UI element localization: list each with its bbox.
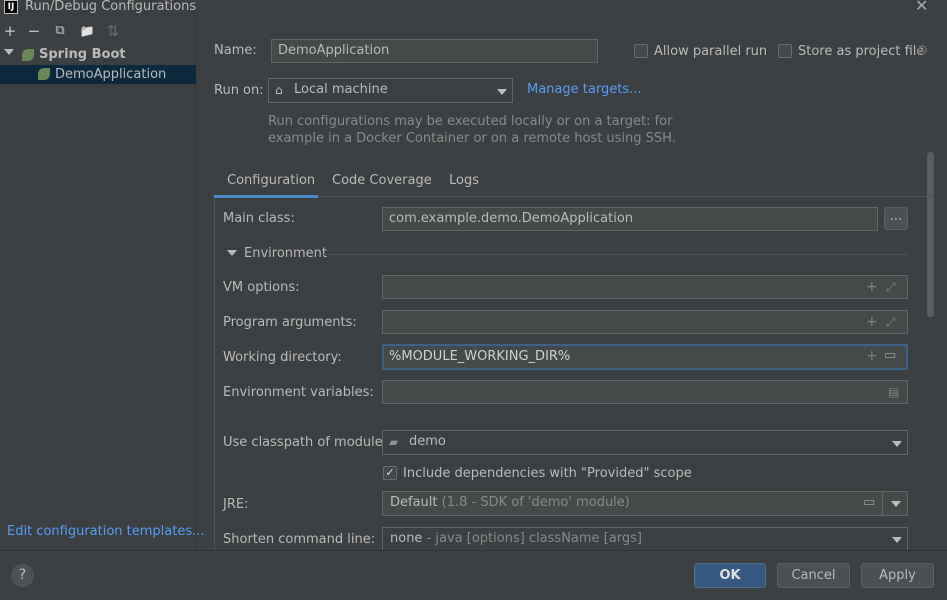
- environment-variables-field[interactable]: ▤: [382, 380, 908, 404]
- shorten-value: none: [390, 531, 423, 546]
- manage-targets-link[interactable]: Manage targets...: [527, 82, 641, 98]
- shorten-hint: - java [options] className [args]: [426, 531, 642, 546]
- vm-options-field[interactable]: + ⤢: [382, 275, 908, 299]
- copy-configuration-icon[interactable]: ⧉: [52, 23, 68, 39]
- window-title: Run/Debug Configurations: [25, 0, 197, 14]
- include-dependencies-label: Include dependencies with "Provided" sco…: [403, 466, 692, 481]
- program-arguments-label: Program arguments:: [223, 315, 357, 330]
- store-project-file-label: Store as project file: [798, 44, 925, 59]
- edit-templates-link[interactable]: Edit configuration templates...: [7, 524, 205, 539]
- home-icon: ⌂: [275, 83, 283, 97]
- jre-label: JRE:: [223, 497, 249, 512]
- store-project-file-checkbox[interactable]: [778, 44, 792, 58]
- plus-icon[interactable]: +: [866, 315, 878, 329]
- folder-icon[interactable]: ▭: [884, 349, 896, 363]
- environment-variables-label: Environment variables:: [223, 385, 374, 400]
- main-class-label: Main class:: [223, 211, 295, 226]
- gear-icon[interactable]: ⚙: [916, 44, 929, 58]
- tabs-divider: [213, 196, 934, 197]
- chevron-down-icon[interactable]: [4, 49, 14, 55]
- run-on-dropdown[interactable]: ⌂ Local machine: [268, 78, 513, 103]
- tree-item-demoapplication[interactable]: DemoApplication: [0, 65, 196, 84]
- spring-boot-app-icon: [38, 68, 50, 80]
- browse-main-class-button[interactable]: ...: [884, 207, 908, 230]
- run-on-hint-line2: example in a Docker Container or on a re…: [268, 131, 676, 146]
- ok-button[interactable]: OK: [694, 563, 766, 588]
- folder-icon[interactable]: 📁: [79, 23, 95, 39]
- app-logo-icon: IJ: [4, 0, 18, 14]
- field-divider: [882, 492, 883, 515]
- folder-icon[interactable]: ▭: [863, 496, 875, 510]
- program-arguments-field[interactable]: + ⤢: [382, 310, 908, 334]
- jre-hint: (1.8 - SDK of 'demo' module): [441, 495, 630, 510]
- tree-item-label: Spring Boot: [39, 47, 126, 62]
- tree-item-label: DemoApplication: [55, 67, 167, 82]
- shorten-command-line-dropdown[interactable]: none - java [options] className [args]: [382, 527, 908, 550]
- name-label: Name:: [214, 43, 257, 58]
- chevron-down-icon: [892, 441, 902, 447]
- expand-icon[interactable]: ⤢: [886, 280, 896, 294]
- shorten-command-line-label: Shorten command line:: [223, 532, 376, 547]
- classpath-module-dropdown[interactable]: ▰ demo: [382, 430, 908, 455]
- edit-variables-icon[interactable]: ▤: [888, 385, 899, 399]
- plus-icon[interactable]: +: [866, 280, 878, 294]
- classpath-module-label: Use classpath of module:: [223, 435, 388, 450]
- remove-configuration-icon[interactable]: −: [26, 23, 42, 39]
- chevron-down-icon[interactable]: [891, 501, 901, 507]
- chevron-down-icon: [497, 89, 507, 95]
- working-directory-value: %MODULE_WORKING_DIR%: [389, 349, 571, 364]
- run-on-label: Run on:: [214, 83, 264, 98]
- allow-parallel-label: Allow parallel run: [654, 44, 768, 59]
- configurations-sidebar: [0, 19, 196, 550]
- add-configuration-icon[interactable]: +: [2, 23, 18, 39]
- run-on-value: Local machine: [294, 82, 388, 97]
- spring-boot-icon: [22, 49, 34, 61]
- vertical-scrollbar[interactable]: [927, 152, 934, 317]
- module-icon: ▰: [389, 435, 399, 449]
- working-directory-label: Working directory:: [223, 350, 342, 365]
- cancel-button[interactable]: Cancel: [777, 563, 850, 588]
- section-divider: [322, 254, 908, 255]
- expand-icon[interactable]: ⤢: [886, 315, 896, 329]
- plus-icon[interactable]: +: [866, 349, 878, 363]
- tab-configuration[interactable]: Configuration: [227, 173, 315, 188]
- vm-options-label: VM options:: [223, 280, 300, 295]
- tree-item-spring-boot[interactable]: Spring Boot: [0, 45, 196, 64]
- environment-section-title[interactable]: Environment: [244, 246, 327, 262]
- tab-code-coverage[interactable]: Code Coverage: [332, 173, 432, 188]
- classpath-module-value: demo: [409, 434, 446, 449]
- name-field[interactable]: DemoApplication: [271, 39, 598, 63]
- close-icon[interactable]: ✕: [915, 0, 928, 14]
- sort-icon[interactable]: ⇅: [105, 23, 121, 39]
- shorten-value-wrapper: none - java [options] className [args]: [390, 531, 642, 547]
- include-dependencies-checkbox[interactable]: ✓: [383, 466, 397, 480]
- jre-value: Default: [390, 495, 438, 510]
- jre-field[interactable]: Default (1.8 - SDK of 'demo' module) ▭: [382, 491, 908, 516]
- chevron-down-icon: [892, 537, 902, 543]
- run-on-hint-line1: Run configurations may be executed local…: [268, 114, 673, 129]
- name-field-value: DemoApplication: [278, 43, 390, 58]
- chevron-down-icon[interactable]: [227, 250, 237, 256]
- active-tab-indicator: [214, 195, 318, 198]
- tab-logs[interactable]: Logs: [449, 173, 479, 188]
- main-class-field[interactable]: com.example.demo.DemoApplication: [382, 207, 878, 231]
- allow-parallel-checkbox[interactable]: [634, 44, 648, 58]
- jre-value-wrapper: Default (1.8 - SDK of 'demo' module): [390, 495, 630, 511]
- apply-button[interactable]: Apply: [861, 563, 934, 588]
- working-directory-field[interactable]: %MODULE_WORKING_DIR% + ▭: [382, 344, 908, 370]
- main-class-value: com.example.demo.DemoApplication: [389, 211, 634, 226]
- help-button[interactable]: ?: [11, 564, 34, 587]
